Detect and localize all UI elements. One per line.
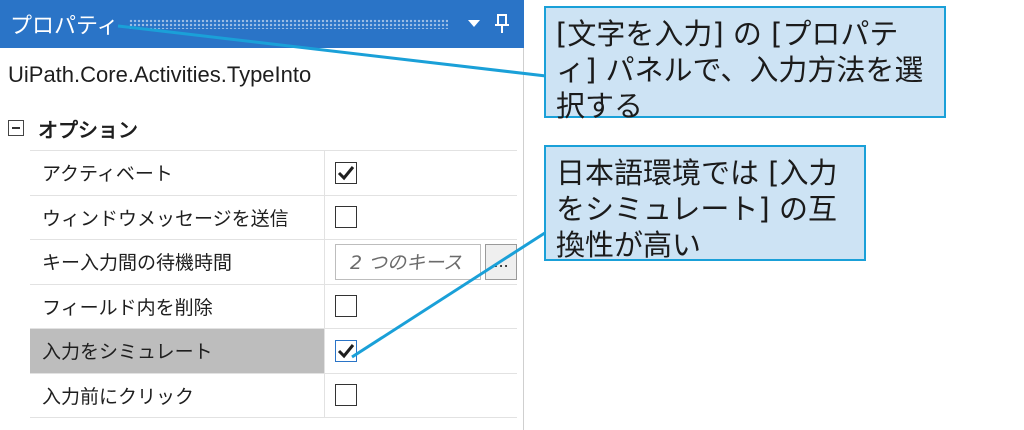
panel-titlebar: プロパティ [0, 0, 524, 48]
activity-name: UiPath.Core.Activities.TypeInto [8, 62, 312, 87]
property-row-click-before-typing: 入力前にクリック [30, 373, 517, 418]
empty-field-checkbox[interactable] [335, 295, 357, 318]
property-label[interactable]: ウィンドウメッセージを送信 [30, 195, 325, 239]
callout-simulate-note: 日本語環境では [入力をシミュレート] の互換性が高い [544, 145, 866, 262]
send-window-messages-checkbox[interactable] [335, 206, 357, 229]
activate-checkbox[interactable] [335, 161, 357, 184]
pin-icon[interactable] [488, 0, 516, 48]
category-label: オプション [38, 117, 138, 142]
property-row-empty-field: フィールド内を削除 [30, 284, 517, 329]
property-label[interactable]: 入力前にクリック [30, 373, 325, 417]
panel-title: プロパティ [10, 14, 119, 39]
delay-between-keys-input[interactable]: 2 つのキース [335, 243, 481, 280]
click-before-typing-checkbox[interactable] [335, 384, 357, 407]
properties-panel: プロパティ UiPath.Core.Activities.TypeInto オプ… [0, 0, 524, 430]
expression-editor-button[interactable]: ... [485, 243, 517, 280]
simulate-type-checkbox[interactable] [335, 339, 357, 362]
checkmark-icon [337, 165, 355, 180]
collapse-icon[interactable] [8, 120, 24, 136]
property-row-activate: アクティベート [30, 151, 517, 196]
property-row-delay-between-keys: キー入力間の待機時間 2 つのキース ... [30, 240, 517, 285]
property-label[interactable]: フィールド内を削除 [30, 284, 325, 328]
dropdown-icon[interactable] [460, 0, 488, 48]
property-label[interactable]: アクティベート [30, 151, 325, 195]
titlebar-grip[interactable] [128, 19, 448, 29]
callout-panel-description: [文字を入力] の [プロパティ] パネルで、入力方法を選択する [544, 6, 946, 123]
property-label[interactable]: 入力をシミュレート [30, 329, 325, 373]
property-grid: アクティベート ウィンドウメッセージを送信 キー入力間の待機時間 2 つのキース… [30, 150, 517, 418]
checkmark-icon [337, 343, 355, 358]
category-options: オプション [8, 112, 138, 144]
property-label[interactable]: キー入力間の待機時間 [30, 240, 325, 284]
property-row-send-window-messages: ウィンドウメッセージを送信 [30, 195, 517, 240]
property-row-simulate-type: 入力をシミュレート [30, 329, 517, 374]
